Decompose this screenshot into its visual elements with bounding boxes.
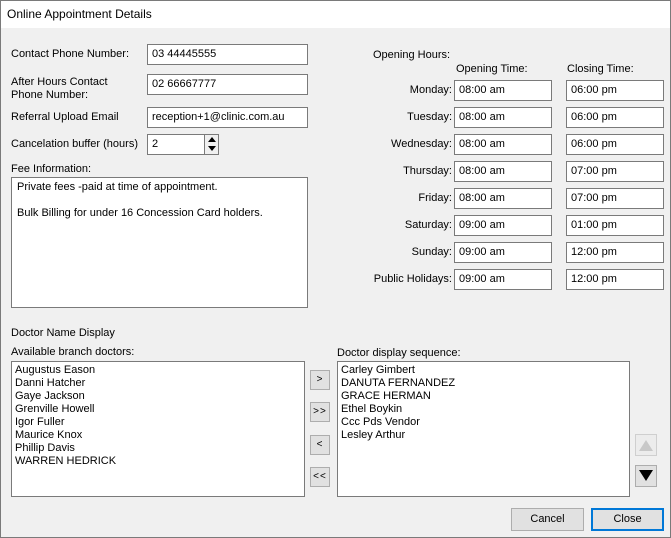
day-label-sunday: Sunday:: [411, 246, 452, 258]
day-label-tuesday: Tuesday:: [407, 111, 452, 123]
available-doctor-item[interactable]: Augustus Eason: [15, 364, 301, 377]
day-label-friday: Friday:: [418, 192, 452, 204]
move-all-left-button[interactable]: <<: [310, 467, 330, 487]
display-sequence-list[interactable]: Carley Gimbert DANUTA FERNANDEZ GRACE HERM…: [337, 361, 630, 497]
opening-time-sunday[interactable]: 09:00 am: [454, 242, 552, 263]
available-doctor-item[interactable]: Igor Fuller: [15, 416, 301, 429]
display-sequence-label: Doctor display sequence:: [337, 347, 461, 359]
closing-time-wednesday[interactable]: 06:00 pm: [566, 134, 664, 155]
contact-phone-field[interactable]: 03 44445555: [147, 44, 308, 65]
fee-info-line-1: Private fees -paid at time of appointmen…: [17, 181, 218, 193]
opening-time-monday[interactable]: 08:00 am: [454, 80, 552, 101]
cancel-buffer-value: 2: [152, 138, 159, 150]
available-doctor-item[interactable]: Danni Hatcher: [15, 377, 301, 390]
closing-time-sunday[interactable]: 12:00 pm: [566, 242, 664, 263]
move-up-button[interactable]: [635, 434, 657, 456]
spin-down-icon[interactable]: [205, 144, 218, 153]
spin-up-icon[interactable]: [205, 135, 218, 144]
referral-email-label: Referral Upload Email: [11, 111, 119, 123]
window-title: Online Appointment Details: [7, 7, 152, 21]
day-label-monday: Monday:: [409, 84, 452, 96]
move-left-button[interactable]: <: [310, 435, 330, 455]
closing-time-tuesday[interactable]: 06:00 pm: [566, 107, 664, 128]
doctor-name-display-label: Doctor Name Display: [11, 327, 115, 339]
opening-hours-label: Opening Hours:: [373, 49, 451, 61]
sequence-doctor-item[interactable]: Lesley Arthur: [341, 429, 626, 442]
triangle-up-icon: [639, 440, 653, 451]
closing-time-friday[interactable]: 07:00 pm: [566, 188, 664, 209]
close-button[interactable]: Close: [591, 508, 664, 531]
day-label-public-holidays: Public Holidays:: [373, 273, 452, 285]
available-doctor-item[interactable]: Phillip Davis: [15, 442, 301, 455]
referral-email-field[interactable]: reception+1@clinic.com.au: [147, 107, 308, 128]
day-label-thursday: Thursday:: [403, 165, 452, 177]
move-all-right-button[interactable]: >>: [310, 402, 330, 422]
after-hours-label-line2: Phone Number:: [11, 89, 89, 101]
available-doctors-list[interactable]: Augustus Eason Danni Hatcher Gaye Jackson G…: [11, 361, 305, 497]
day-label-saturday: Saturday:: [404, 219, 452, 231]
sequence-doctor-item[interactable]: DANUTA FERNANDEZ: [341, 377, 626, 390]
fee-info-textarea[interactable]: Private fees -paid at time of appointmen…: [11, 177, 308, 308]
fee-info-label: Fee Information:: [11, 163, 92, 175]
closing-time-public-holidays[interactable]: 12:00 pm: [566, 269, 664, 290]
dialog-window: Online Appointment Details Contact Phone…: [0, 0, 671, 538]
cancel-button[interactable]: Cancel: [511, 508, 584, 531]
move-right-button[interactable]: >: [310, 370, 330, 390]
opening-time-wednesday[interactable]: 08:00 am: [454, 134, 552, 155]
opening-time-saturday[interactable]: 09:00 am: [454, 215, 552, 236]
after-hours-label-line1: After Hours Contact: [11, 76, 108, 88]
available-doctor-item[interactable]: Maurice Knox: [15, 429, 301, 442]
cancel-buffer-spinner[interactable]: 2: [147, 134, 219, 155]
spinner-buttons: [204, 135, 218, 154]
available-doctor-item[interactable]: Grenville Howell: [15, 403, 301, 416]
available-doctor-item[interactable]: WARREN HEDRICK: [15, 455, 301, 468]
day-label-wednesday: Wednesday:: [391, 138, 452, 150]
sequence-doctor-item[interactable]: Ccc Pds Vendor: [341, 416, 626, 429]
closing-time-header: Closing Time:: [567, 63, 634, 75]
sequence-doctor-item[interactable]: Carley Gimbert: [341, 364, 626, 377]
opening-time-public-holidays[interactable]: 09:00 am: [454, 269, 552, 290]
fee-info-line-2: Bulk Billing for under 16 Concession Car…: [17, 207, 263, 219]
closing-time-monday[interactable]: 06:00 pm: [566, 80, 664, 101]
opening-time-thursday[interactable]: 08:00 am: [454, 161, 552, 182]
available-doctors-label: Available branch doctors:: [11, 346, 135, 358]
sequence-doctor-item[interactable]: Ethel Boykin: [341, 403, 626, 416]
opening-time-friday[interactable]: 08:00 am: [454, 188, 552, 209]
closing-time-saturday[interactable]: 01:00 pm: [566, 215, 664, 236]
move-down-button[interactable]: [635, 465, 657, 487]
sequence-doctor-item[interactable]: GRACE HERMAN: [341, 390, 626, 403]
title-bar: Online Appointment Details: [1, 1, 670, 28]
closing-time-thursday[interactable]: 07:00 pm: [566, 161, 664, 182]
opening-time-tuesday[interactable]: 08:00 am: [454, 107, 552, 128]
opening-time-header: Opening Time:: [456, 63, 528, 75]
contact-phone-label: Contact Phone Number:: [11, 48, 130, 60]
after-hours-phone-field[interactable]: 02 66667777: [147, 74, 308, 95]
available-doctor-item[interactable]: Gaye Jackson: [15, 390, 301, 403]
triangle-down-icon: [639, 470, 653, 481]
cancel-buffer-label: Cancelation buffer (hours): [11, 138, 138, 150]
